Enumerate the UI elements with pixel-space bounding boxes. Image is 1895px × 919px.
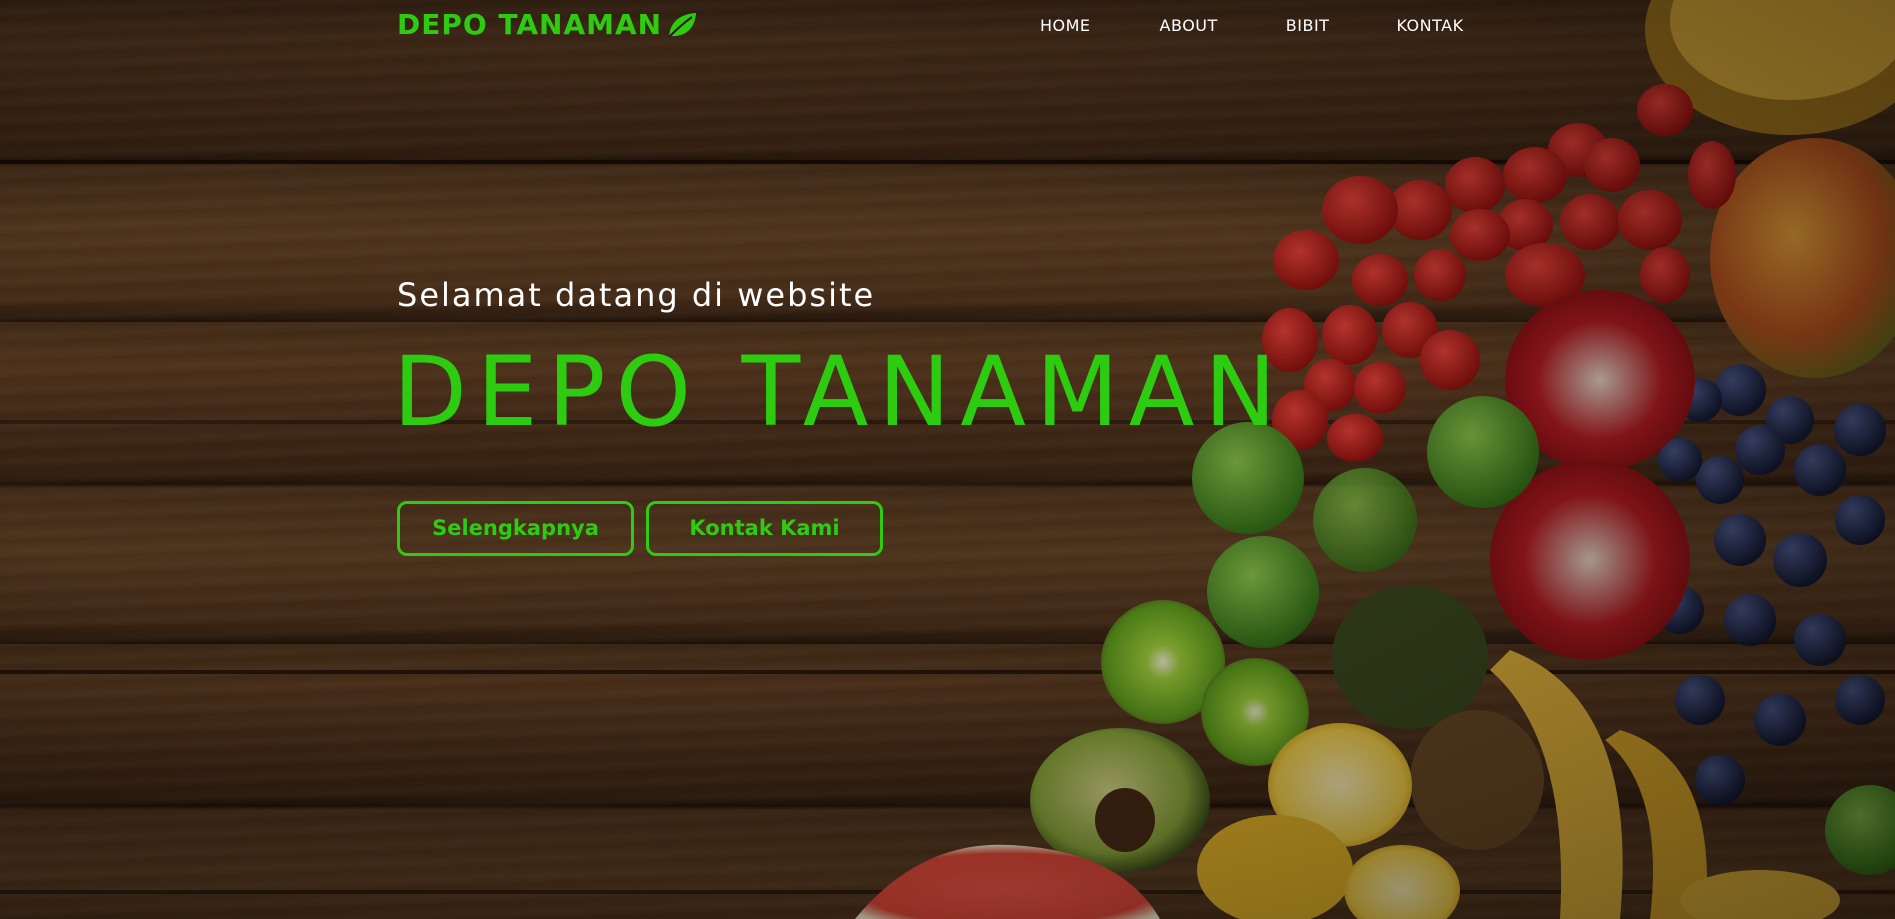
nav-links: HOME ABOUT BIBIT KONTAK (1040, 16, 1464, 35)
brand-name: DEPO TANAMAN (397, 8, 663, 41)
hero-headline: DEPO TANAMAN (393, 336, 1287, 448)
nav-bibit-link[interactable]: BIBIT (1286, 16, 1330, 35)
contact-us-button[interactable]: Kontak Kami (646, 501, 883, 556)
navbar: DEPO TANAMAN HOME ABOUT BIBIT KONTAK (0, 0, 1895, 54)
nav-about-link[interactable]: ABOUT (1160, 16, 1218, 35)
nav-home-link[interactable]: HOME (1040, 16, 1091, 35)
nav-kontak-link[interactable]: KONTAK (1396, 16, 1463, 35)
leaf-icon (668, 12, 697, 38)
hero-section: DEPO TANAMAN HOME ABOUT BIBIT KONTAK Sel… (0, 0, 1895, 919)
vignette-overlay (0, 0, 1895, 919)
learn-more-button[interactable]: Selengkapnya (397, 501, 634, 556)
brand-logo[interactable]: DEPO TANAMAN (397, 8, 698, 41)
welcome-text: Selamat datang di website (397, 276, 876, 314)
